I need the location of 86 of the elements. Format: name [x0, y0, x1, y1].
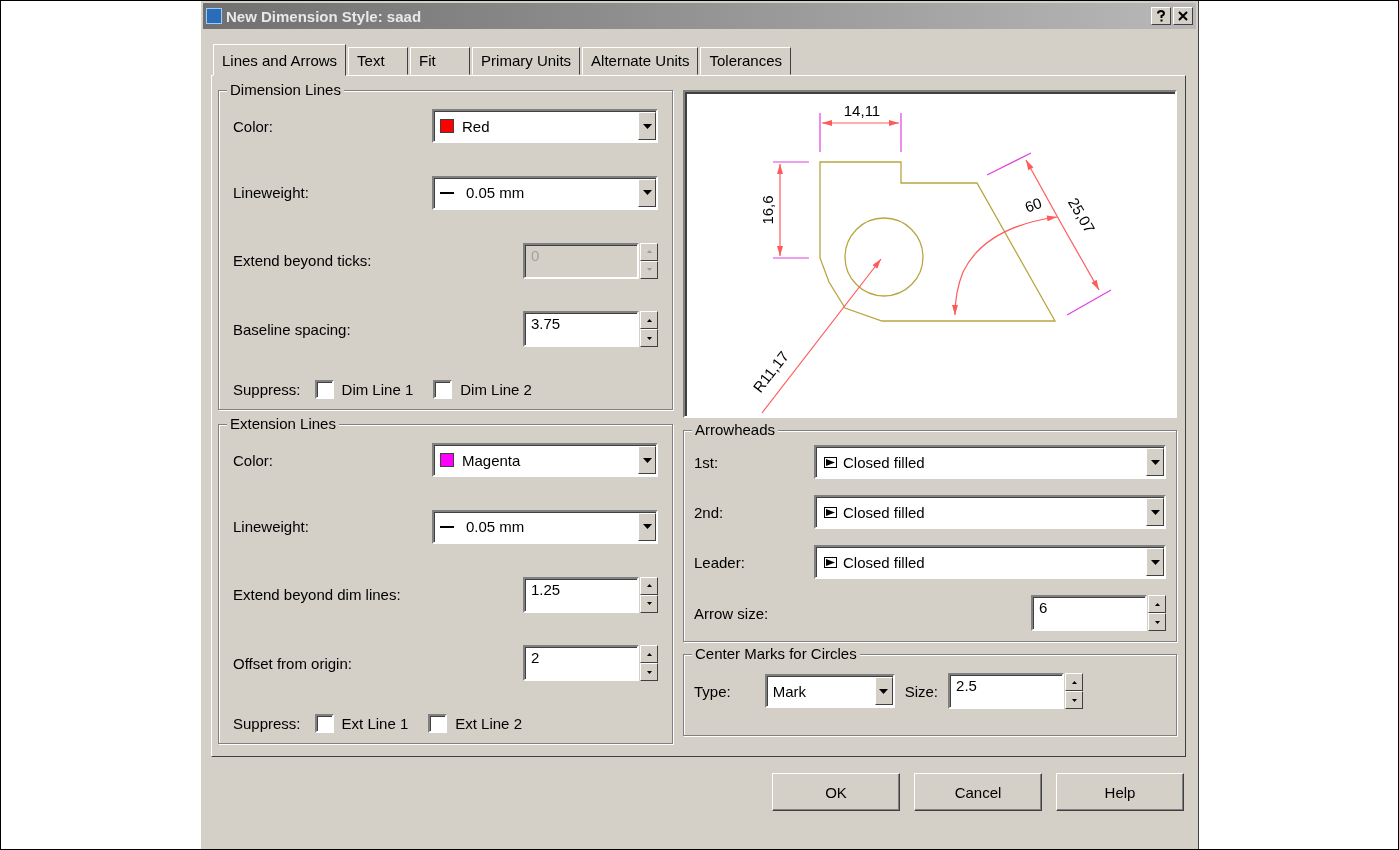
group-title: Dimension Lines — [227, 81, 344, 98]
field-label: Size: — [904, 682, 939, 700]
spin-down-button[interactable] — [640, 329, 658, 348]
field-label: Extend beyond ticks: — [233, 252, 372, 269]
dimension-text: 60 — [1022, 194, 1044, 216]
down-arrow-icon — [646, 268, 652, 271]
number-field[interactable]: 3.75 — [523, 311, 639, 348]
number-field[interactable]: 2.5 — [948, 673, 1065, 709]
field-label: Color: — [233, 451, 273, 469]
tab[interactable]: Alternate Units — [582, 47, 699, 75]
lineweight-dropdown[interactable]: 0.05 mm — [432, 509, 658, 544]
field-label: 2nd: — [694, 503, 725, 521]
field-label: Lineweight: — [233, 518, 309, 536]
checkbox[interactable] — [433, 380, 453, 399]
checkbox-label: Ext Line 2 — [455, 715, 522, 732]
spin-up-button[interactable] — [640, 645, 658, 664]
tab[interactable]: Primary Units — [472, 47, 581, 75]
field-label: Extend beyond dim lines: — [233, 586, 401, 603]
checkbox[interactable] — [428, 714, 448, 733]
field-label: 1st: — [694, 453, 720, 471]
group-title: Extension Lines — [227, 415, 339, 432]
down-arrow-icon — [1071, 698, 1077, 702]
down-arrow-icon — [646, 670, 652, 674]
group-title: Center Marks for Circles — [692, 645, 860, 662]
question-icon — [1156, 10, 1166, 22]
spin-up-button[interactable] — [640, 576, 658, 595]
field-label: Suppress: — [233, 715, 301, 732]
arrowhead-icon — [824, 506, 837, 518]
spin-up-button[interactable] — [640, 242, 658, 261]
checkbox[interactable] — [314, 714, 334, 733]
checkbox[interactable] — [314, 380, 334, 399]
up-arrow-icon — [1071, 680, 1077, 684]
close-button[interactable] — [1173, 7, 1193, 25]
spin-down-button[interactable] — [1148, 613, 1166, 631]
field-label: Leader: — [694, 553, 746, 571]
field-label: Lineweight: — [233, 184, 309, 202]
up-arrow-icon — [646, 318, 652, 322]
field-label: Offset from origin: — [233, 654, 352, 672]
down-arrow-icon — [646, 336, 652, 340]
dialog-button[interactable]: OK — [772, 773, 900, 811]
up-arrow-icon — [646, 652, 652, 656]
arrowhead-icon — [824, 456, 837, 468]
checkbox-label: Dim Line 1 — [341, 381, 414, 398]
up-arrow-icon — [646, 584, 652, 587]
dimension-text: 16,6 — [759, 195, 776, 225]
down-arrow-icon — [1154, 620, 1160, 624]
field-label: Arrow size: — [694, 604, 770, 622]
window-title: New Dimension Style: saad — [226, 7, 423, 25]
close-icon — [1178, 11, 1188, 21]
checkbox-label: Dim Line 2 — [460, 381, 532, 398]
field-label: Color: — [233, 117, 273, 135]
arrowhead-dropdown[interactable]: Closed filled — [814, 545, 1166, 579]
help-button[interactable] — [1151, 7, 1171, 25]
tab[interactable]: Fit — [410, 47, 471, 75]
arrowhead-icon — [824, 556, 837, 568]
field-label: Type: — [694, 682, 731, 700]
lineweight-dropdown[interactable]: 0.05 mm — [432, 175, 658, 210]
down-arrow-icon — [646, 602, 652, 605]
group-title: Arrowheads — [692, 421, 779, 438]
app-icon — [206, 8, 222, 24]
number-field[interactable]: 6 — [1031, 595, 1147, 631]
color-dropdown[interactable]: Magenta — [432, 443, 658, 477]
tab[interactable]: Text — [348, 47, 409, 75]
spin-up-button[interactable] — [640, 311, 658, 330]
type-dropdown[interactable]: Mark — [764, 674, 895, 708]
spin-up-button[interactable] — [1065, 673, 1084, 691]
tab[interactable]: Lines and Arrows — [213, 44, 347, 76]
spin-down-button[interactable] — [640, 663, 658, 682]
tab[interactable]: Tolerances — [700, 47, 792, 75]
up-arrow-icon — [646, 250, 652, 253]
dimension-text: 14,11 — [843, 102, 881, 119]
arrowhead-dropdown[interactable]: Closed filled — [814, 445, 1166, 479]
line-sample-icon — [440, 191, 454, 194]
color-dropdown[interactable]: Red — [432, 109, 658, 143]
line-sample-icon — [440, 525, 454, 528]
spin-down-button[interactable] — [1065, 691, 1084, 709]
up-arrow-icon — [1154, 602, 1160, 606]
dialog-button[interactable]: Help — [1056, 773, 1184, 811]
field-label: Suppress: — [233, 381, 301, 398]
spin-up-button[interactable] — [1148, 595, 1166, 613]
number-field[interactable]: 2 — [523, 645, 639, 682]
checkbox-label: Ext Line 1 — [341, 715, 409, 732]
number-field[interactable]: 1.25 — [523, 576, 639, 613]
dialog-button[interactable]: Cancel — [914, 773, 1042, 811]
arrowhead-dropdown[interactable]: Closed filled — [814, 495, 1166, 529]
field-label: Baseline spacing: — [233, 320, 351, 338]
